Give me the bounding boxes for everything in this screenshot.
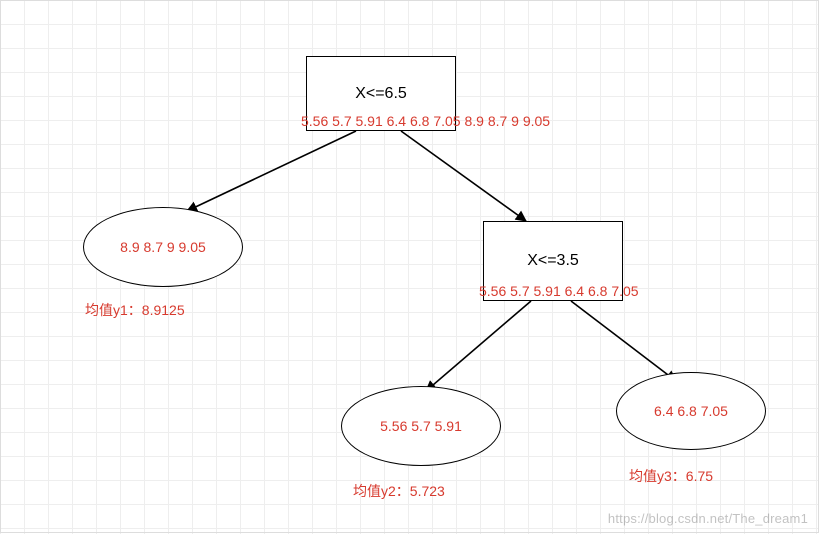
leaf3-values: 6.4 6.8 7.05: [654, 403, 728, 419]
leaf2-mean: 均值y2：5.723: [353, 481, 445, 501]
right-node-values: 5.56 5.7 5.91 6.4 6.8 7.05: [479, 283, 639, 299]
root-condition: X<=6.5: [355, 85, 407, 103]
left-leaf-values: 8.9 8.7 9 9.05: [120, 239, 206, 255]
watermark-text: https://blog.csdn.net/The_dream1: [608, 511, 808, 526]
leaf3-node: 6.4 6.8 7.05: [616, 372, 766, 450]
right-node-condition: X<=3.5: [527, 252, 579, 270]
leaf2-values: 5.56 5.7 5.91: [380, 418, 462, 434]
left-leaf-node: 8.9 8.7 9 9.05: [83, 207, 243, 287]
leaf2-node: 5.56 5.7 5.91: [341, 386, 501, 466]
left-leaf-mean: 均值y1：8.9125: [85, 300, 185, 320]
leaf3-mean: 均值y3：6.75: [629, 466, 713, 486]
root-values: 5.56 5.7 5.91 6.4 6.8 7.05 8.9 8.7 9 9.0…: [301, 113, 550, 129]
